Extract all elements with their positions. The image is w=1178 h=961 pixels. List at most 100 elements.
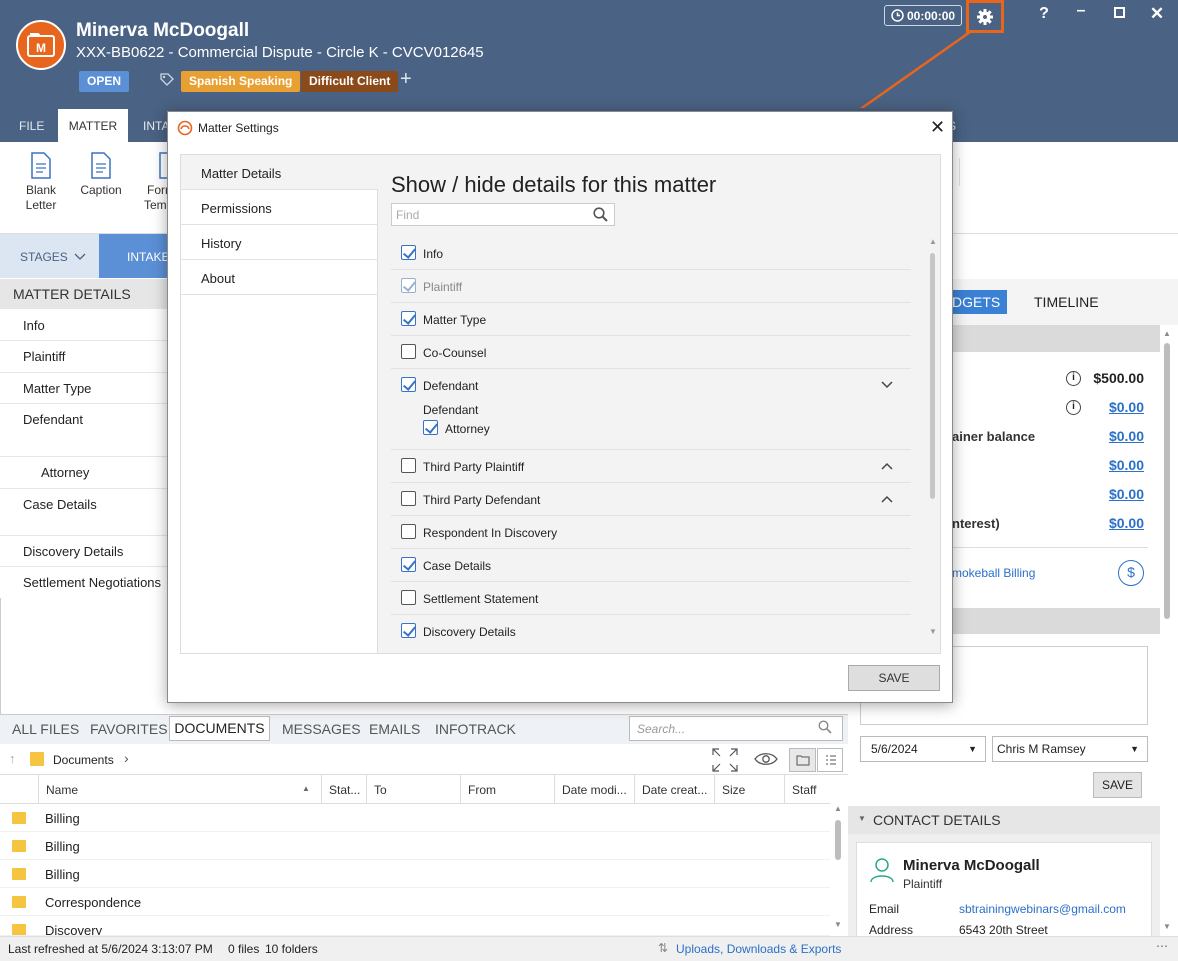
chevron-right-icon[interactable]: ›: [124, 750, 129, 766]
search-icon[interactable]: [818, 720, 832, 737]
checkbox-matter-type[interactable]: [401, 311, 416, 326]
list-item[interactable]: Matter Type: [391, 303, 911, 336]
details-list-scrollbar[interactable]: ▲ ▼: [928, 237, 938, 642]
checkbox-co-counsel[interactable]: [401, 344, 416, 359]
info-icon[interactable]: i: [1066, 400, 1081, 415]
checkbox-third-party-plaintiff[interactable]: [401, 458, 416, 473]
budget-value-4[interactable]: $0.00: [1080, 457, 1144, 473]
md-item-info[interactable]: Info: [0, 310, 168, 341]
tab-all-files[interactable]: ALL FILES: [12, 721, 79, 737]
md-item-plaintiff[interactable]: Plaintiff: [0, 341, 168, 373]
md-item-discovery-details[interactable]: Discovery Details: [0, 536, 168, 567]
col-date-modified[interactable]: Date modi...: [562, 783, 627, 797]
expand-icon[interactable]: [712, 748, 738, 775]
files-scrollbar[interactable]: ▲ ▼: [832, 804, 842, 936]
scroll-down-icon[interactable]: ▼: [834, 920, 842, 929]
checkbox-case-details[interactable]: [401, 557, 416, 572]
tag-difficult-client[interactable]: Difficult Client: [301, 71, 399, 92]
chevron-up-icon[interactable]: [881, 462, 893, 470]
scrollbar-thumb[interactable]: [1164, 343, 1170, 619]
list-view-button[interactable]: [817, 748, 843, 772]
budget-value-6[interactable]: $0.00: [1080, 515, 1144, 531]
checkbox-attorney[interactable]: [423, 420, 438, 435]
list-item[interactable]: Discovery Details: [391, 615, 911, 642]
list-item[interactable]: Defendant Defendant Attorney: [391, 369, 911, 450]
col-size[interactable]: Size: [722, 783, 745, 797]
tab-timeline[interactable]: TIMELINE: [1034, 294, 1099, 310]
md-item-attorney[interactable]: Attorney: [0, 457, 168, 489]
list-item[interactable]: Info: [391, 237, 911, 270]
scroll-up-icon[interactable]: ▲: [929, 237, 937, 246]
documents-search-input[interactable]: Search...: [629, 716, 843, 741]
list-item[interactable]: Respondent In Discovery: [391, 516, 911, 549]
add-tag-icon[interactable]: +: [400, 68, 412, 91]
checkbox-third-party-defendant[interactable]: [401, 491, 416, 506]
tag-icon[interactable]: [159, 72, 175, 91]
chevron-up-icon[interactable]: [881, 495, 893, 503]
checkbox-discovery-details[interactable]: [401, 623, 416, 638]
file-row[interactable]: Correspondence: [0, 888, 830, 916]
nav-matter-details[interactable]: Matter Details: [181, 155, 378, 190]
form-template-button[interactable]: Forr Temp: [144, 152, 168, 213]
md-item-matter-type[interactable]: Matter Type: [0, 373, 168, 404]
file-row[interactable]: Billing: [0, 860, 830, 888]
stages-dropdown[interactable]: STAGES: [20, 250, 86, 264]
minimize-icon[interactable]: –: [1071, 2, 1091, 20]
scrollbar-thumb[interactable]: [930, 253, 935, 499]
list-item[interactable]: Settlement Statement: [391, 582, 911, 615]
tab-matter[interactable]: MATTER: [58, 109, 128, 142]
file-row[interactable]: Billing: [0, 804, 830, 832]
tag-spanish-speaking[interactable]: Spanish Speaking: [181, 71, 301, 92]
maximize-icon[interactable]: [1109, 7, 1129, 18]
notes-save-button[interactable]: SAVE: [1093, 772, 1142, 798]
file-row[interactable]: Discovery: [0, 916, 830, 936]
status-badge[interactable]: OPEN: [79, 71, 129, 92]
md-item-case-details[interactable]: Case Details: [0, 489, 168, 536]
list-item[interactable]: Co-Counsel: [391, 336, 911, 369]
tab-messages[interactable]: MESSAGES: [282, 721, 361, 737]
note-date-select[interactable]: 5/6/2024 ▼: [860, 736, 986, 762]
nav-permissions[interactable]: Permissions: [181, 190, 378, 225]
col-staff[interactable]: Staff: [792, 783, 816, 797]
uploads-link[interactable]: Uploads, Downloads & Exports: [676, 942, 841, 956]
nav-about[interactable]: About: [181, 260, 378, 295]
list-item[interactable]: Third Party Plaintiff: [391, 450, 911, 483]
budget-value-5[interactable]: $0.00: [1080, 486, 1144, 502]
checkbox-info[interactable]: [401, 245, 416, 260]
col-name[interactable]: Name: [46, 783, 78, 797]
caption-button[interactable]: Caption: [78, 152, 124, 198]
note-staff-select[interactable]: Chris M Ramsey ▼: [992, 736, 1148, 762]
col-to[interactable]: To: [374, 783, 387, 797]
scroll-up-icon[interactable]: ▲: [834, 804, 842, 813]
checkbox-defendant[interactable]: [401, 377, 416, 392]
checkbox-settlement-statement[interactable]: [401, 590, 416, 605]
col-from[interactable]: From: [468, 783, 496, 797]
contact-name[interactable]: Minerva McDoogall: [903, 857, 1040, 874]
info-icon[interactable]: i: [1066, 371, 1081, 386]
sort-up-icon[interactable]: ▲: [302, 784, 310, 793]
find-input[interactable]: Find: [391, 203, 615, 226]
billing-link[interactable]: mokeball Billing: [952, 566, 1035, 580]
scroll-up-icon[interactable]: ▲: [1163, 329, 1171, 338]
tab-intake[interactable]: INTA: [143, 119, 169, 133]
search-icon[interactable]: [593, 207, 608, 225]
checkbox-respondent-in-discovery[interactable]: [401, 524, 416, 539]
dialog-save-button[interactable]: SAVE: [848, 665, 940, 691]
chevron-down-icon[interactable]: [881, 381, 893, 389]
more-icon[interactable]: ⋯: [1156, 939, 1168, 953]
blank-letter-button[interactable]: Blank Letter: [20, 152, 62, 213]
breadcrumb-documents[interactable]: Documents: [53, 753, 114, 767]
dollar-icon[interactable]: $: [1118, 560, 1144, 586]
budget-value-2[interactable]: $0.00: [1080, 399, 1144, 415]
scroll-down-icon[interactable]: ▼: [929, 627, 937, 636]
budget-value-3[interactable]: $0.00: [1080, 428, 1144, 444]
md-item-defendant[interactable]: Defendant: [0, 404, 168, 457]
timer-button[interactable]: 00:00:00: [884, 5, 962, 26]
md-item-settlement-negotiations[interactable]: Settlement Negotiations: [0, 567, 168, 598]
col-status[interactable]: Stat...: [329, 783, 360, 797]
scroll-down-icon[interactable]: ▼: [1163, 922, 1171, 931]
tab-budgets[interactable]: DGETS: [952, 290, 1007, 314]
col-date-created[interactable]: Date creat...: [642, 783, 707, 797]
tab-emails[interactable]: EMAILS: [369, 721, 420, 737]
contact-details-header[interactable]: ▼ CONTACT DETAILS: [848, 806, 1160, 834]
